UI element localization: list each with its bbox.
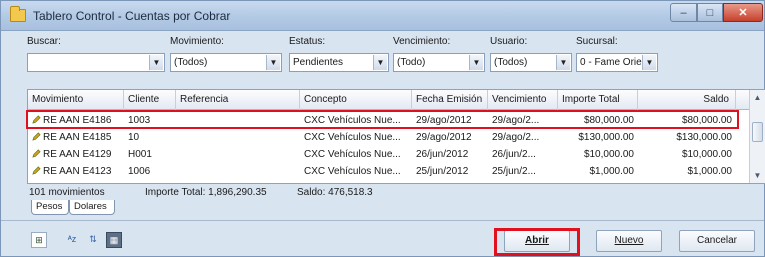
cell-concepto: CXC Vehículos Nue... [304, 166, 401, 177]
estatus-combo[interactable]: Pendientes ▼ [289, 53, 389, 72]
vertical-scrollbar[interactable]: ▲ ▼ [749, 90, 765, 183]
summary-bar: 101 movimientos Importe Total: 1,896,290… [27, 185, 765, 201]
filter-bar: Buscar: ▼ Movimiento: (Todos) ▼ Estatus:… [1, 31, 764, 87]
cancelar-button[interactable]: Cancelar [679, 230, 755, 252]
usuario-value: (Todos) [494, 57, 528, 68]
movimiento-text: RE AAN E4185 [43, 132, 112, 143]
movimiento-value: (Todos) [174, 57, 208, 68]
cell-movimiento: RE AAN E4123 [28, 163, 124, 180]
vencimiento-combo[interactable]: (Todo) ▼ [393, 53, 485, 72]
cell-movimiento: RE AAN E4185 [28, 129, 124, 146]
cell-concepto: CXC Vehículos Nue... [304, 132, 401, 143]
grid-header: Movimiento Cliente Referencia Concepto F… [28, 90, 765, 110]
vencimiento-label: Vencimiento: [393, 36, 451, 47]
cell-fecha-emision: 25/jun/2012 [416, 166, 469, 177]
col-header-concepto[interactable]: Concepto [300, 90, 412, 110]
scroll-down-icon[interactable]: ▼ [750, 168, 765, 183]
cell-cliente: 10 [128, 132, 140, 143]
sucursal-combo[interactable]: 0 - Fame Orie ▼ [576, 53, 658, 72]
title-bar[interactable]: Tablero Control - Cuentas por Cobrar – □… [1, 1, 764, 31]
cxc-window: Tablero Control - Cuentas por Cobrar – □… [0, 0, 765, 257]
dropdown-arrow-icon[interactable]: ▼ [469, 55, 483, 70]
cell-referencia [176, 129, 300, 146]
table-row[interactable]: RE AAN E4185 10 CXC Vehículos Nue... 29/… [28, 129, 765, 146]
saldo-summary: Saldo: 476,518.3 [297, 187, 373, 198]
estatus-label: Estatus: [289, 36, 326, 47]
table-row[interactable]: RE AAN E4129 H001 CXC Vehículos Nue... 2… [28, 146, 765, 163]
col-header-saldo[interactable]: Saldo [638, 90, 736, 110]
col-header-referencia[interactable]: Referencia [176, 90, 300, 110]
movimiento-combo[interactable]: (Todos) ▼ [170, 53, 282, 72]
pencil-icon [32, 166, 41, 175]
movimiento-label: Movimiento: [170, 36, 224, 47]
cell-importe-total: $130,000.00 [578, 132, 634, 143]
grid-view-icon[interactable]: ▦ [106, 232, 122, 248]
dropdown-arrow-icon[interactable]: ▼ [266, 55, 280, 70]
movimiento-text: RE AAN E4129 [43, 149, 112, 160]
dropdown-arrow-icon[interactable]: ▼ [149, 55, 163, 70]
cell-saldo: $1,000.00 [687, 166, 733, 177]
selected-row-highlight [26, 110, 739, 129]
table-row[interactable]: RE AAN E4123 1006 CXC Vehículos Nue... 2… [28, 163, 765, 180]
cell-referencia [176, 163, 300, 180]
cell-movimiento: RE AAN E4129 [28, 146, 124, 163]
pencil-icon [32, 149, 41, 158]
cell-saldo: $10,000.00 [681, 149, 732, 160]
cell-referencia [176, 146, 300, 163]
abrir-button-highlight [494, 228, 580, 256]
minimize-button[interactable]: – [670, 3, 697, 22]
excel-export-icon[interactable]: ⊞ [31, 232, 47, 248]
tab-pesos[interactable]: Pesos [31, 200, 69, 215]
movements-grid[interactable]: Movimiento Cliente Referencia Concepto F… [27, 89, 765, 184]
cell-vencimiento: 29/ago/2... [492, 132, 540, 143]
close-button[interactable]: ✕ [723, 3, 763, 22]
buscar-combo[interactable]: ▼ [27, 53, 165, 72]
vencimiento-value: (Todo) [397, 57, 426, 68]
movement-count: 101 movimientos [29, 187, 105, 198]
filter-icon[interactable]: ⇅ [85, 232, 101, 248]
cell-fecha-emision: 29/ago/2012 [416, 132, 472, 143]
pencil-icon [32, 132, 41, 141]
cell-cliente: 1006 [128, 166, 151, 177]
sucursal-label: Sucursal: [576, 36, 618, 47]
cell-vencimiento: 25/jun/2... [492, 166, 536, 177]
cell-importe-total: $1,000.00 [589, 166, 635, 177]
window-title: Tablero Control - Cuentas por Cobrar [33, 9, 231, 23]
scroll-thumb[interactable] [752, 122, 763, 142]
bottom-toolbar: ⊞ ᴬᴢ ⇅ ▦ Abrir Nuevo Cancelar [1, 220, 764, 257]
dropdown-arrow-icon[interactable]: ▼ [556, 55, 570, 70]
scroll-up-icon[interactable]: ▲ [750, 90, 765, 105]
usuario-label: Usuario: [490, 36, 528, 47]
folder-icon [10, 6, 26, 22]
importe-total-summary: Importe Total: 1,896,290.35 [145, 187, 267, 198]
dropdown-arrow-icon[interactable]: ▼ [642, 55, 656, 70]
col-header-vencimiento[interactable]: Vencimiento [488, 90, 558, 110]
cell-concepto: CXC Vehículos Nue... [304, 149, 401, 160]
cell-importe-total: $10,000.00 [583, 149, 634, 160]
movimiento-text: RE AAN E4123 [43, 166, 112, 177]
col-header-importe-total[interactable]: Importe Total [558, 90, 638, 110]
cell-fecha-emision: 26/jun/2012 [416, 149, 469, 160]
dropdown-arrow-icon[interactable]: ▼ [373, 55, 387, 70]
cell-cliente: H001 [128, 149, 152, 160]
sucursal-value: 0 - Fame Orie [580, 57, 642, 68]
col-header-movimiento[interactable]: Movimiento [28, 90, 124, 110]
cell-vencimiento: 26/jun/2... [492, 149, 536, 160]
cell-saldo: $130,000.00 [676, 132, 732, 143]
col-header-cliente[interactable]: Cliente [124, 90, 176, 110]
maximize-button[interactable]: □ [697, 3, 723, 22]
sort-icon[interactable]: ᴬᴢ [64, 232, 80, 248]
buscar-label: Buscar: [27, 36, 61, 47]
col-header-fecha-emision[interactable]: Fecha Emisión [412, 90, 488, 110]
estatus-value: Pendientes [293, 57, 344, 68]
tab-dolares[interactable]: Dolares [69, 200, 115, 215]
usuario-combo[interactable]: (Todos) ▼ [490, 53, 572, 72]
nuevo-button[interactable]: Nuevo [596, 230, 662, 252]
